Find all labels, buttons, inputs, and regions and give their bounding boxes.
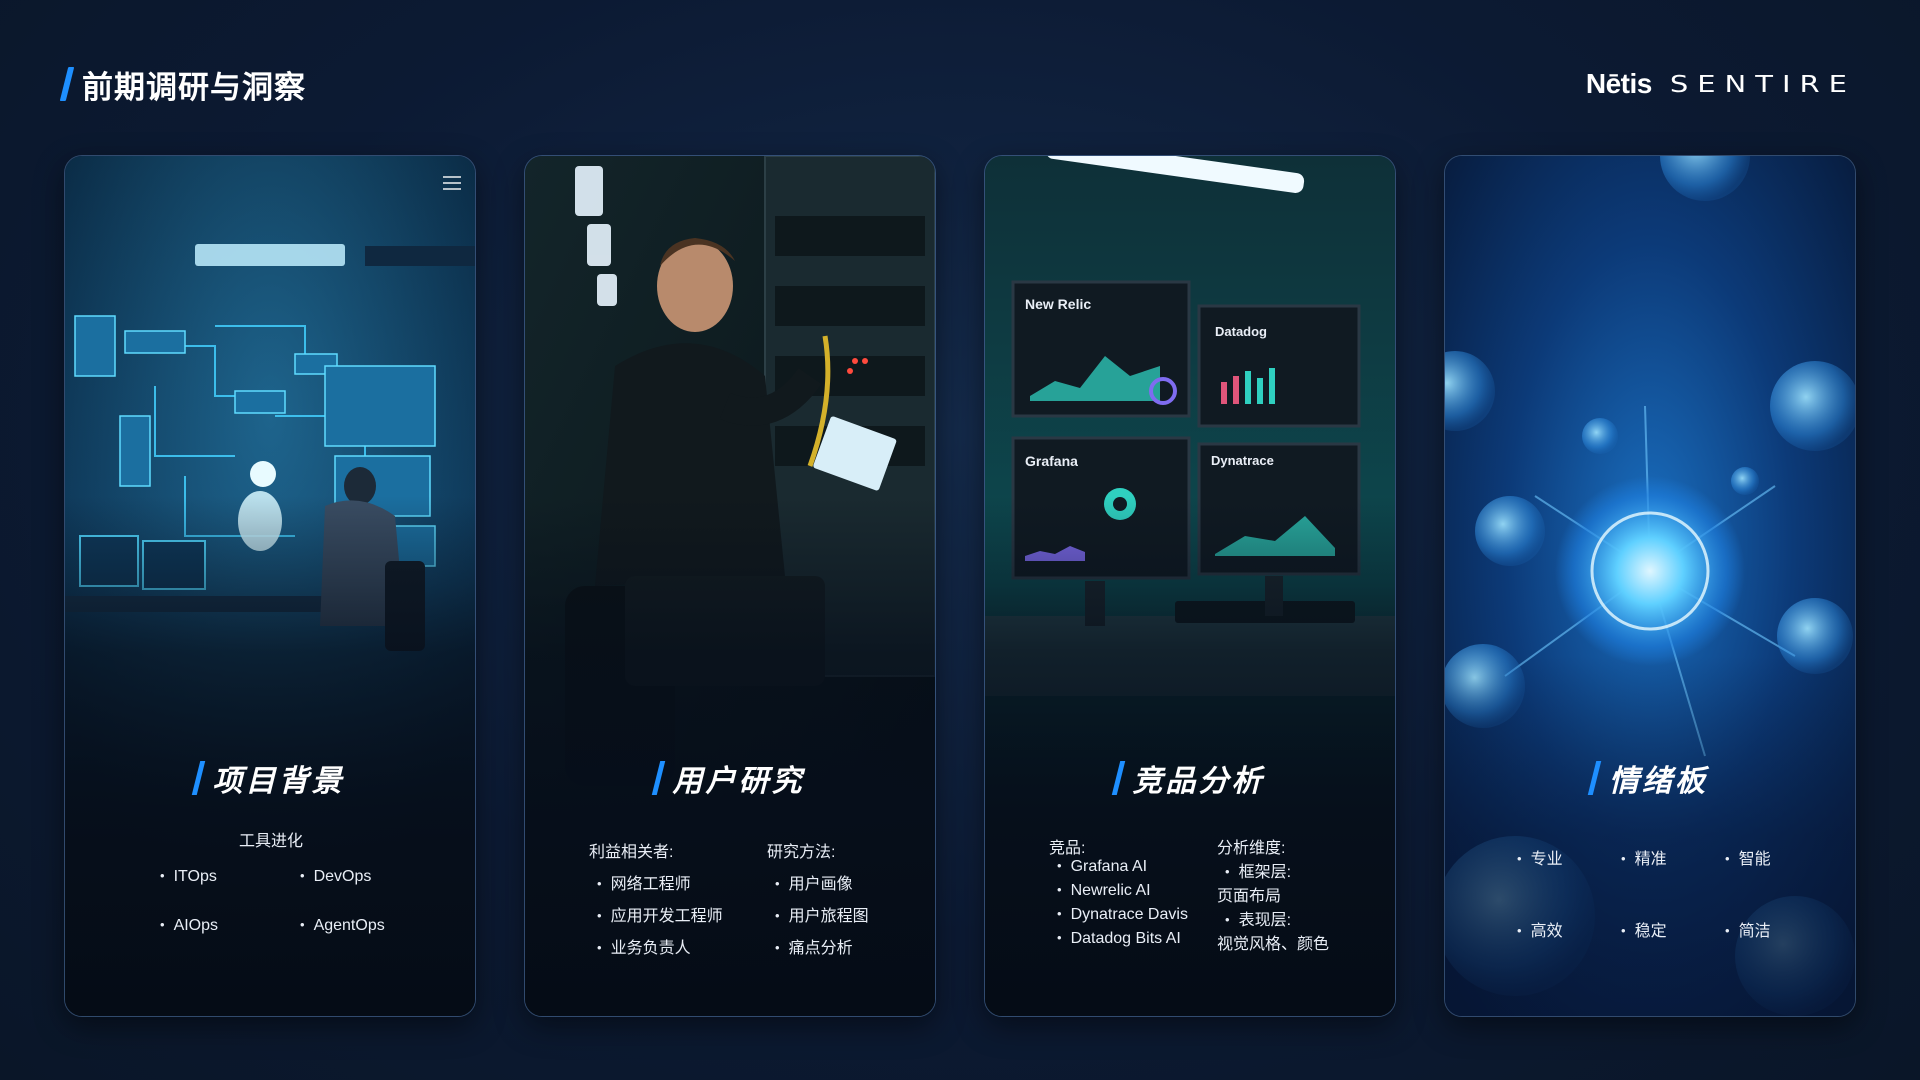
list-item: Dynatrace Davis [1057, 906, 1188, 924]
list-item: 用户画像 [775, 870, 853, 894]
column-label: 利益相关者: [589, 844, 674, 861]
brand-logo: Nētis SENTIRE [1586, 66, 1856, 102]
heading-accent-bar [191, 761, 205, 795]
card-heading: 竞品分析 [985, 756, 1395, 800]
card-subtitle: 工具进化 [239, 833, 304, 850]
card-heading: 用户研究 [525, 756, 935, 800]
logo-netis: Nētis [1585, 68, 1652, 99]
card-heading: 情绪板 [1445, 756, 1855, 800]
mood-keyword: 高效 [1517, 917, 1563, 941]
list-item: 框架层: [1225, 858, 1291, 882]
card-content: 项目背景 工具进化 ITOps DevOps AIOps AgentOps [65, 156, 475, 1016]
card-project-background[interactable]: 项目背景 工具进化 ITOps DevOps AIOps AgentOps [64, 155, 476, 1017]
list-item: 表现层: [1225, 906, 1291, 930]
card-content: 情绪板 专业 精准 智能 高效 稳定 简洁 [1445, 156, 1855, 1016]
title-accent-bar [59, 67, 75, 101]
card-heading: 项目背景 [65, 756, 475, 800]
card-content: 竞品分析 竞品: Grafana AI Newrelic AI Dynatrac… [985, 156, 1395, 1016]
mood-keyword: 智能 [1725, 845, 1771, 869]
list-item: Grafana AI [1057, 858, 1148, 876]
column-label: 研究方法: [767, 844, 836, 861]
mood-keyword: 专业 [1517, 845, 1563, 869]
logo-sentire: SENTIRE [1669, 70, 1856, 98]
list-item: Datadog Bits AI [1057, 930, 1181, 948]
list-text: 视觉风格、颜色 [1217, 936, 1330, 953]
list-item: AgentOps [300, 917, 385, 935]
mood-keyword: 简洁 [1725, 917, 1771, 941]
mood-keyword: 稳定 [1621, 917, 1667, 941]
list-item: 业务负责人 [597, 934, 691, 958]
heading-accent-bar [1111, 761, 1125, 795]
heading-accent-bar [1587, 761, 1602, 795]
list-item: AIOps [160, 917, 218, 935]
card-title: 情绪板 [1609, 765, 1708, 798]
list-item: 用户旅程图 [775, 902, 869, 926]
heading-accent-bar [651, 761, 665, 795]
page-title-text: 前期调研与洞察 [82, 69, 306, 105]
mood-keyword: 精准 [1621, 845, 1667, 869]
card-competitor-analysis[interactable]: New Relic Datadog Grafana Dynatrace 竞品分析… [984, 155, 1396, 1017]
list-item: 痛点分析 [775, 934, 853, 958]
page-title: 前期调研与洞察 [59, 64, 306, 105]
card-content: 用户研究 利益相关者: 网络工程师 应用开发工程师 业务负责人 研究方法: 用户… [525, 156, 935, 1016]
card-mood-board[interactable]: 情绪板 专业 精准 智能 高效 稳定 简洁 [1444, 155, 1856, 1017]
card-title: 竞品分析 [1132, 765, 1265, 798]
list-item: Newrelic AI [1057, 882, 1151, 900]
list-item: 应用开发工程师 [597, 902, 723, 926]
card-user-research[interactable]: 用户研究 利益相关者: 网络工程师 应用开发工程师 业务负责人 研究方法: 用户… [524, 155, 936, 1017]
list-item: DevOps [300, 868, 372, 886]
column-label: 分析维度: [1217, 840, 1286, 857]
card-title: 用户研究 [672, 765, 805, 798]
column-label: 竞品: [1049, 840, 1086, 857]
list-text: 页面布局 [1217, 888, 1282, 905]
list-item: 网络工程师 [597, 870, 691, 894]
list-item: ITOps [160, 868, 217, 886]
card-title: 项目背景 [212, 765, 345, 798]
